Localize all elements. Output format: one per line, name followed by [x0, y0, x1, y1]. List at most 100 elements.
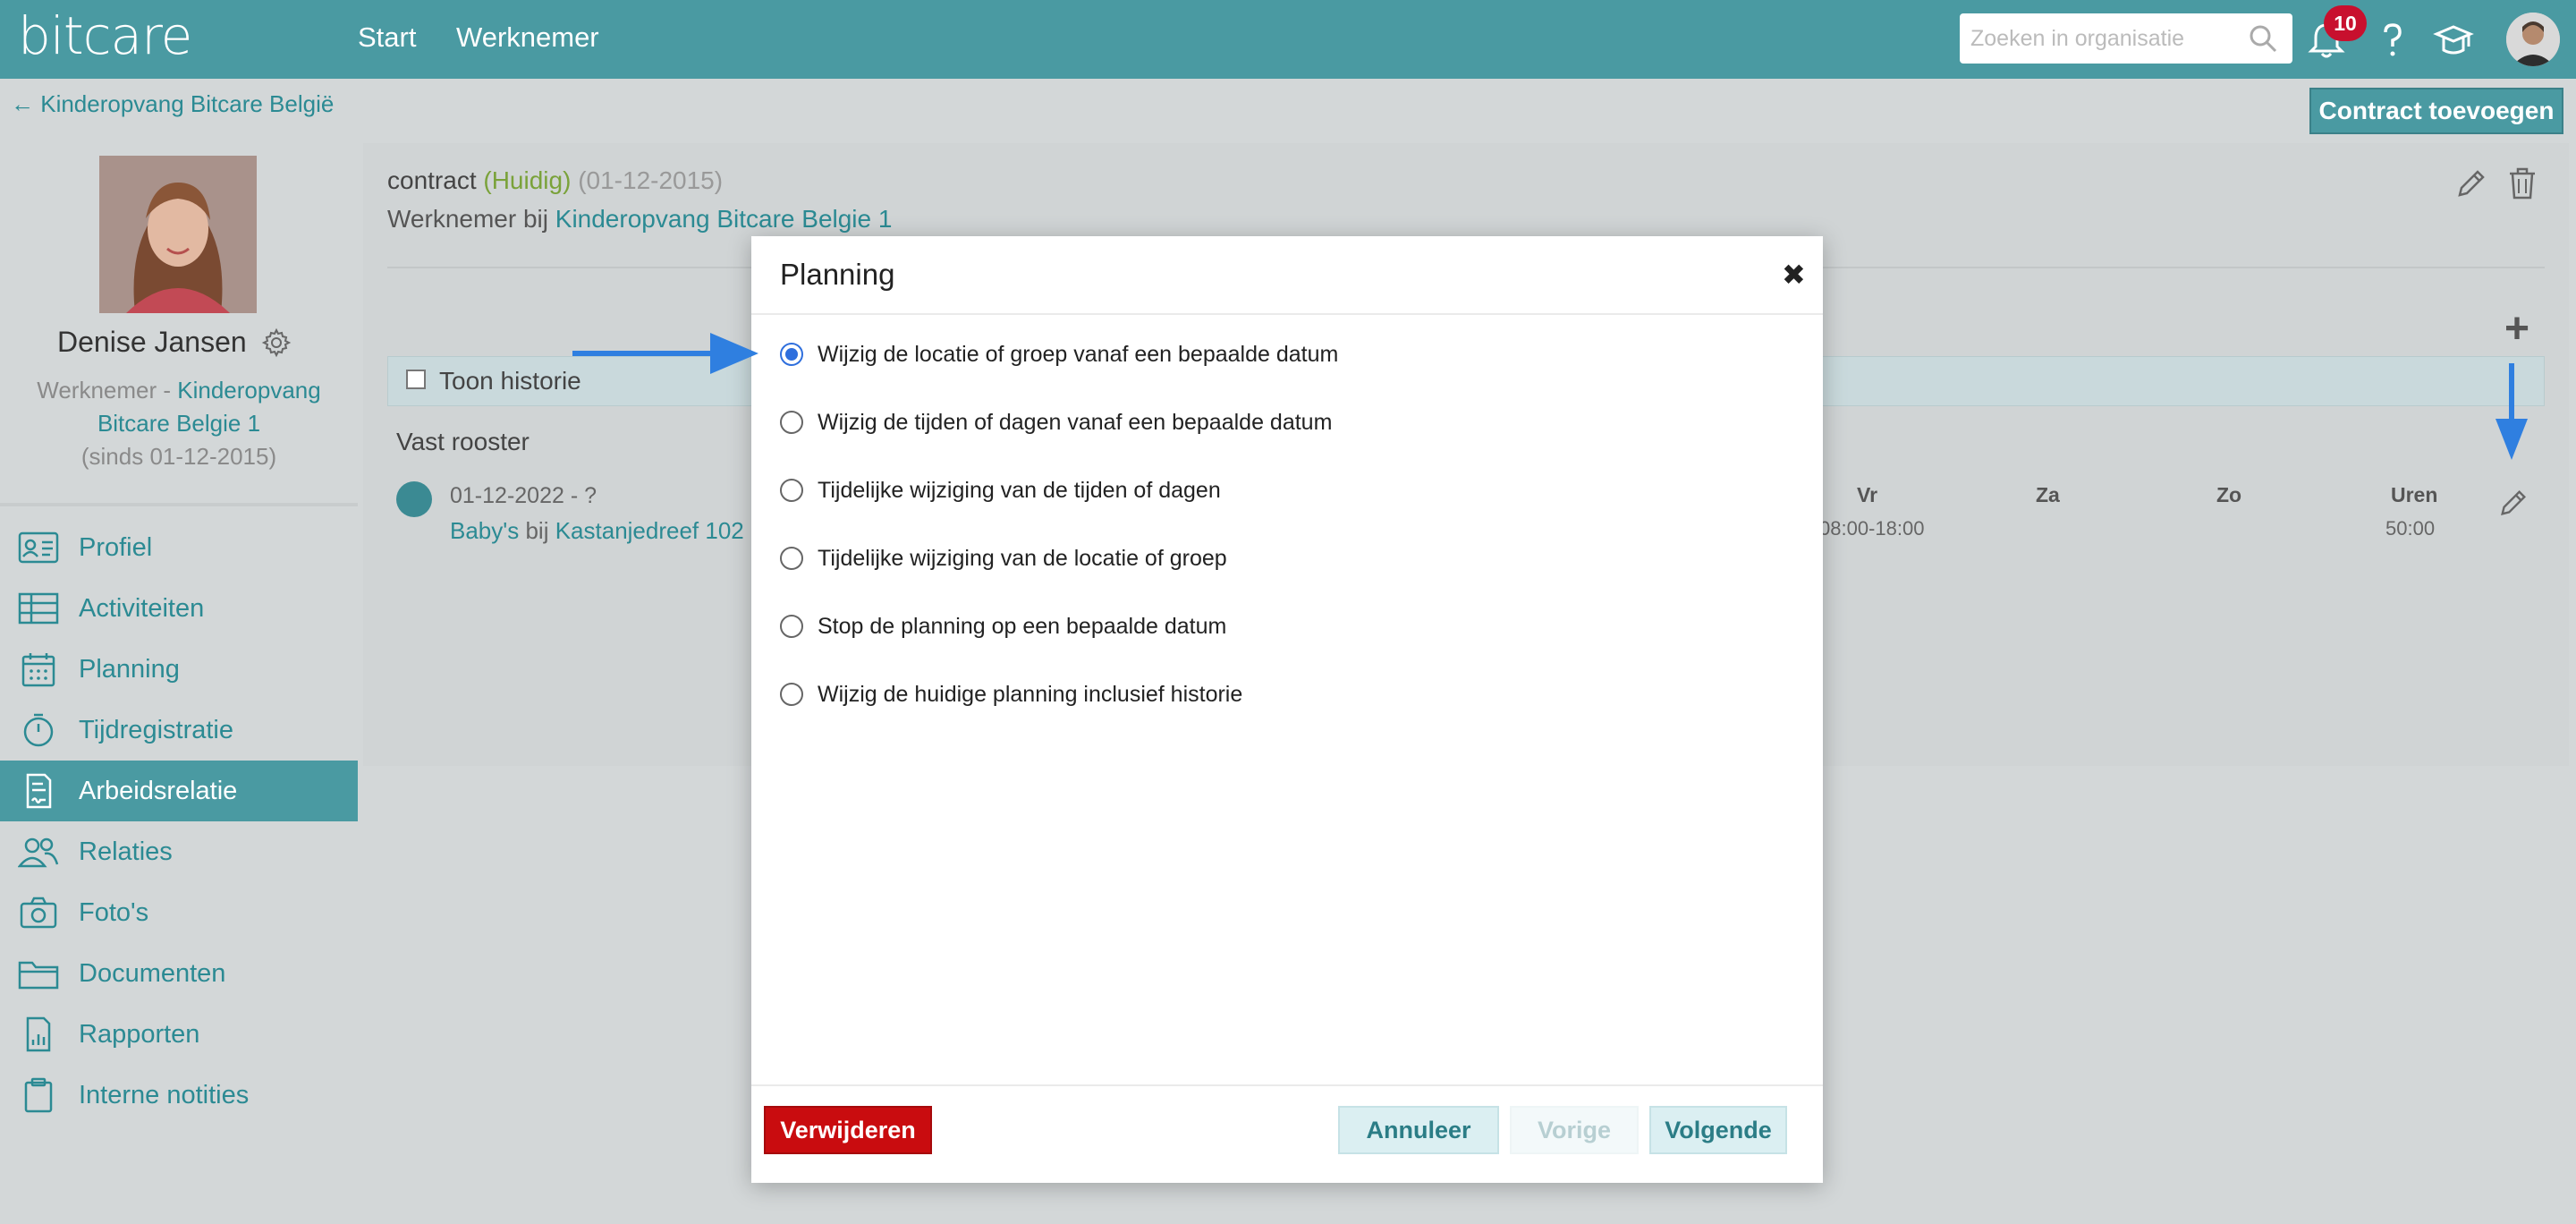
employee-since: (sinds 01-12-2015): [80, 443, 277, 470]
annotation-arrow-right-icon: [572, 333, 758, 374]
id-card-icon: [18, 531, 59, 564]
sidebar-item-label: Activiteiten: [79, 593, 205, 623]
show-history-checkbox[interactable]: [406, 370, 426, 389]
option-change-current-incl-history[interactable]: Wijzig de huidige planning inclusief his…: [780, 676, 1242, 712]
radio-button[interactable]: [780, 683, 803, 706]
employee-name: Denise Jansen: [57, 326, 247, 358]
sidebar-item-relaties[interactable]: Relaties: [0, 821, 358, 882]
contract-label: contract: [387, 166, 477, 194]
location-link[interactable]: Kastanjedreef 102 (: [555, 517, 758, 544]
sidebar-item-arbeidsrelatie[interactable]: Arbeidsrelatie: [0, 761, 358, 821]
sidebar-item-profiel[interactable]: Profiel: [0, 517, 358, 578]
sidebar-item-label: Relaties: [79, 837, 173, 866]
clipboard-icon: [24, 1077, 53, 1113]
gear-icon[interactable]: [261, 327, 292, 358]
contract-title: contract (Huidig) (01-12-2015): [387, 166, 723, 195]
notification-badge: 10: [2324, 5, 2367, 41]
graduation-cap-icon[interactable]: [2433, 20, 2474, 61]
schedule-dot: [396, 481, 432, 517]
sidebar-item-fotos[interactable]: Foto's: [0, 882, 358, 943]
sidebar-item-activiteiten[interactable]: Activiteiten: [0, 578, 358, 639]
day-header-vr: Vr: [1857, 483, 1878, 506]
sidebar-item-label: Tijdregistratie: [79, 715, 233, 744]
employee-photo: [99, 156, 257, 313]
radio-button[interactable]: [780, 479, 803, 502]
option-temp-times-days[interactable]: Tijdelijke wijziging van de tijden of da…: [780, 472, 1221, 508]
help-icon[interactable]: [2372, 20, 2413, 61]
role-prefix: Werknemer -: [37, 377, 178, 404]
bij-text: bij: [519, 517, 555, 544]
sidebar-item-label: Interne notities: [79, 1080, 250, 1109]
sidebar-item-documenten[interactable]: Documenten: [0, 943, 358, 1004]
close-icon[interactable]: ✖: [1782, 259, 1806, 290]
user-avatar[interactable]: [2506, 13, 2560, 66]
option-label: Stop de planning op een bepaalde datum: [818, 613, 1227, 639]
stopwatch-icon: [23, 713, 54, 747]
back-link[interactable]: ← Kinderopvang Bitcare België: [11, 90, 334, 118]
sidebar-item-label: Planning: [79, 654, 180, 684]
sidebar-divider: [0, 503, 358, 506]
option-label: Tijdelijke wijziging van de locatie of g…: [818, 545, 1227, 571]
day-header-uren: Uren: [2391, 483, 2438, 506]
option-label: Tijdelijke wijziging van de tijden of da…: [818, 477, 1221, 503]
add-contract-button[interactable]: Contract toevoegen: [2309, 88, 2563, 134]
option-label: Wijzig de huidige planning inclusief his…: [818, 681, 1243, 707]
sidebar-item-tijdregistratie[interactable]: Tijdregistratie: [0, 700, 358, 761]
radio-button[interactable]: [780, 615, 803, 638]
previous-button[interactable]: Vorige: [1510, 1106, 1639, 1154]
option-change-location-group[interactable]: Wijzig de locatie of groep vanaf een bep…: [780, 336, 1338, 372]
modal-footer-divider: [751, 1084, 1823, 1086]
bitcare-logo[interactable]: bitcare: [18, 5, 192, 66]
next-button[interactable]: Volgende: [1649, 1106, 1787, 1154]
employee-at-org-link[interactable]: Kinderopvang Bitcare Belgie 1: [555, 205, 893, 233]
option-change-times-days[interactable]: Wijzig de tijden of dagen vanaf een bepa…: [780, 404, 1332, 440]
day-header-zo: Zo: [2216, 483, 2242, 506]
trash-icon[interactable]: [2506, 166, 2538, 200]
annotation-arrow-down-icon: [2496, 363, 2528, 460]
people-icon: [18, 837, 59, 868]
sidebar-menu: Profiel Activiteiten Planning Tijdregist…: [0, 517, 358, 1126]
radio-button[interactable]: [780, 547, 803, 570]
modal-title: Planning: [780, 258, 895, 291]
sidebar-item-planning[interactable]: Planning: [0, 639, 358, 700]
option-temp-location-group[interactable]: Tijdelijke wijziging van de locatie of g…: [780, 540, 1227, 576]
add-plus-icon[interactable]: +: [2504, 308, 2529, 351]
schedule-location: Baby's bij Kastanjedreef 102 (: [450, 517, 758, 545]
friday-time: 08:00-18:00: [1819, 517, 1925, 540]
contract-icon: [26, 773, 52, 809]
day-header-za: Za: [2036, 483, 2060, 506]
option-stop-planning[interactable]: Stop de planning op een bepaalde datum: [780, 608, 1226, 644]
radio-button[interactable]: [780, 411, 803, 434]
radio-button[interactable]: [780, 343, 803, 366]
current-label: (Huidig): [483, 166, 572, 194]
sidebar-item-interne-notities[interactable]: Interne notities: [0, 1065, 358, 1126]
search-icon[interactable]: [2247, 22, 2279, 55]
sidebar-item-rapporten[interactable]: Rapporten: [0, 1004, 358, 1065]
edit-pencil-icon[interactable]: [2454, 166, 2488, 200]
employee-at-prefix: Werknemer bij: [387, 205, 555, 233]
search-input[interactable]: [1960, 13, 2292, 64]
row-edit-pencil-icon[interactable]: [2497, 487, 2529, 519]
table-icon: [18, 592, 59, 625]
sidebar-item-label: Rapporten: [79, 1019, 200, 1049]
modal-header-divider: [751, 313, 1823, 315]
show-history-label[interactable]: Toon historie: [439, 367, 581, 395]
total-hours: 50:00: [2385, 517, 2436, 540]
employee-at-line: Werknemer bij Kinderopvang Bitcare Belgi…: [387, 205, 892, 234]
group-link[interactable]: Baby's: [450, 517, 519, 544]
option-label: Wijzig de tijden of dagen vanaf een bepa…: [818, 409, 1333, 435]
planning-modal: Planning ✖ Wijzig de locatie of groep va…: [751, 236, 1823, 1183]
sidebar-item-label: Foto's: [79, 897, 149, 927]
schedule-date-range: 01-12-2022 - ?: [450, 483, 597, 508]
delete-button[interactable]: Verwijderen: [764, 1106, 932, 1154]
calendar-icon: [21, 653, 55, 687]
folder-icon: [18, 961, 59, 990]
nav-werknemer[interactable]: Werknemer: [456, 21, 599, 54]
sidebar-item-label: Profiel: [79, 532, 153, 562]
contract-date: (01-12-2015): [578, 166, 724, 194]
camera-icon: [20, 897, 57, 929]
cancel-button[interactable]: Annuleer: [1338, 1106, 1499, 1154]
report-icon: [26, 1016, 51, 1052]
option-label: Wijzig de locatie of groep vanaf een bep…: [818, 341, 1339, 367]
nav-start[interactable]: Start: [358, 21, 416, 54]
